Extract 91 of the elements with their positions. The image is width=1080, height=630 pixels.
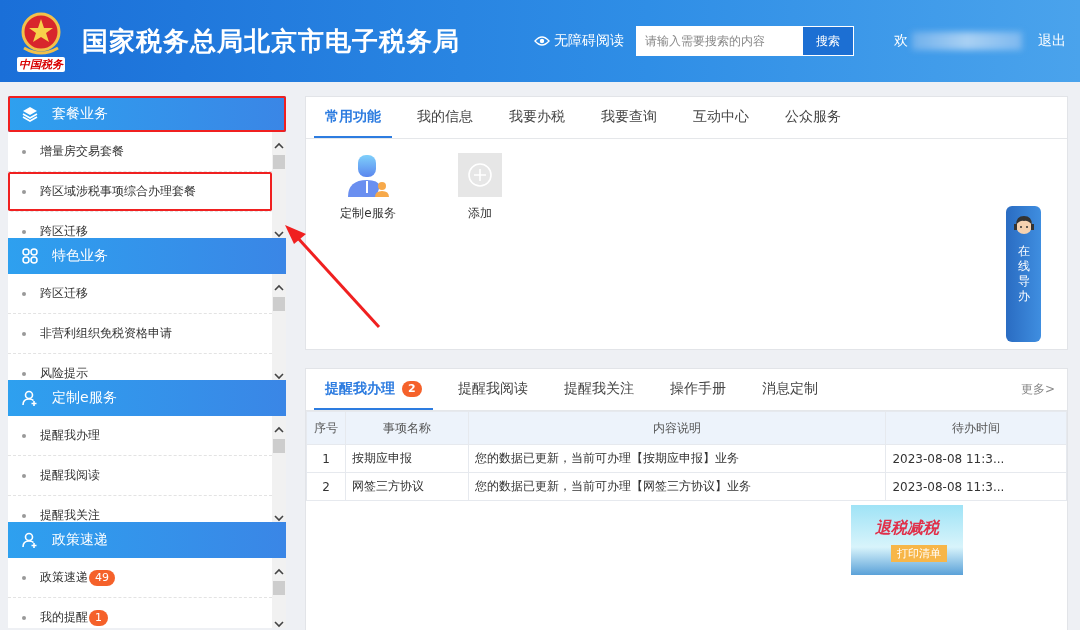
scrollbar-thumb[interactable] xyxy=(273,439,285,453)
bullet-icon xyxy=(22,433,26,438)
bullet-icon xyxy=(22,331,26,336)
bullet-icon xyxy=(22,371,26,376)
count-badge: 1 xyxy=(89,609,108,626)
chevron-down-icon xyxy=(274,515,284,522)
online-guide-widget[interactable]: 在线导办 xyxy=(1006,206,1041,342)
scrollbar[interactable] xyxy=(272,132,286,238)
search-button[interactable]: 搜索 xyxy=(803,27,853,55)
tab[interactable]: 消息定制 xyxy=(750,369,829,410)
logo-text: 中国税务 xyxy=(17,57,65,72)
table-cell: 2 xyxy=(306,472,346,501)
item-label: 提醒我办理 xyxy=(40,427,100,444)
scrollbar-thumb[interactable] xyxy=(273,581,285,595)
chevron-up-icon xyxy=(274,426,284,433)
count-badge: 49 xyxy=(89,569,115,586)
widget-label: 在线导办 xyxy=(1017,244,1030,304)
column-header: 事项名称 xyxy=(345,411,469,445)
shortcut-item[interactable]: 定制e服务 xyxy=(334,153,402,222)
bullet-icon xyxy=(22,513,26,518)
sidebar-item[interactable]: 跨区域涉税事项综合办理套餐 xyxy=(8,172,272,212)
item-label: 政策速递 xyxy=(40,569,88,586)
tab[interactable]: 提醒我阅读 xyxy=(446,369,539,410)
table-cell: 网签三方协议 xyxy=(345,472,469,501)
tab[interactable]: 提醒我关注 xyxy=(552,369,645,410)
bullet-icon xyxy=(22,229,26,234)
tab[interactable]: 互动中心 xyxy=(682,97,760,138)
tab[interactable]: 公众服务 xyxy=(774,97,852,138)
column-header: 序号 xyxy=(306,411,346,445)
column-header: 内容说明 xyxy=(468,411,886,445)
more-link[interactable]: 更多> xyxy=(1020,381,1055,398)
chevron-down-icon xyxy=(274,621,284,628)
person-icon xyxy=(346,153,390,197)
promo-banner[interactable]: 退税减税 打印清单 xyxy=(851,505,963,575)
add-user-icon xyxy=(22,390,38,406)
item-label: 跨区迁移 xyxy=(40,285,88,302)
tab[interactable]: 操作手册 xyxy=(658,369,737,410)
tab[interactable]: 我要查询 xyxy=(590,97,668,138)
table-cell: 您的数据已更新，当前可办理【按期应申报】业务 xyxy=(468,444,886,473)
sidebar-item[interactable]: 政策速递 49 xyxy=(8,558,272,598)
chevron-down-icon xyxy=(274,231,284,238)
section-title: 政策速递 xyxy=(52,531,108,549)
section-title: 定制e服务 xyxy=(52,389,117,407)
item-label: 提醒我阅读 xyxy=(40,467,100,484)
item-label: 风险提示 xyxy=(40,365,88,380)
chevron-up-icon xyxy=(274,142,284,149)
chevron-up-icon xyxy=(274,284,284,291)
column-header: 待办时间 xyxy=(885,411,1067,445)
welcome-text: 欢 xyxy=(894,32,908,50)
count-badge: 2 xyxy=(402,380,422,397)
item-label: 跨区域涉税事项综合办理套餐 xyxy=(40,183,196,200)
tab[interactable]: 我要办税 xyxy=(498,97,576,138)
grid-icon xyxy=(22,248,38,264)
bullet-icon xyxy=(22,575,26,580)
item-label: 跨区迁移 xyxy=(40,223,88,238)
scrollbar-thumb[interactable] xyxy=(273,155,285,169)
search-field[interactable]: 请输入需要搜索的内容 搜索 xyxy=(636,26,854,56)
scrollbar[interactable] xyxy=(272,416,286,522)
bullet-icon xyxy=(22,615,26,620)
table-cell: 您的数据已更新，当前可办理【网签三方协议】业务 xyxy=(468,472,886,501)
table-cell: 1 xyxy=(306,444,346,473)
bullet-icon xyxy=(22,291,26,296)
shortcut-label: 定制e服务 xyxy=(340,205,396,222)
add-user-icon xyxy=(22,532,38,548)
shortcut-item[interactable]: 添加 xyxy=(446,153,514,222)
tab[interactable]: 我的信息 xyxy=(406,97,484,138)
scrollbar-thumb[interactable] xyxy=(273,297,285,311)
section-title: 特色业务 xyxy=(52,247,108,265)
item-label: 我的提醒 xyxy=(40,609,88,626)
eye-icon xyxy=(534,35,550,47)
tab[interactable]: 常用功能 xyxy=(314,97,392,138)
table-cell: 2023-08-08 11:3... xyxy=(885,444,1067,473)
layers-icon xyxy=(22,106,38,122)
plus-icon xyxy=(467,162,493,188)
accessibility-link[interactable]: 无障碍阅读 xyxy=(534,32,624,50)
shortcut-label: 添加 xyxy=(468,205,492,222)
scrollbar[interactable] xyxy=(272,274,286,380)
item-label: 提醒我关注 xyxy=(40,507,100,522)
table-cell: 2023-08-08 11:3... xyxy=(885,472,1067,501)
table-cell: 按期应申报 xyxy=(345,444,469,473)
chevron-up-icon xyxy=(274,568,284,575)
item-label: 增量房交易套餐 xyxy=(40,143,124,160)
section-title: 套餐业务 xyxy=(52,105,108,123)
bullet-icon xyxy=(22,149,26,154)
bullet-icon xyxy=(22,473,26,478)
item-label: 非营利组织免税资格申请 xyxy=(40,325,172,342)
banner-title: 退税减税 xyxy=(875,518,939,539)
site-title: 国家税务总局北京市电子税务局 xyxy=(82,24,460,58)
chevron-down-icon xyxy=(274,373,284,380)
bullet-icon xyxy=(22,189,26,194)
add-tile[interactable] xyxy=(458,153,502,197)
